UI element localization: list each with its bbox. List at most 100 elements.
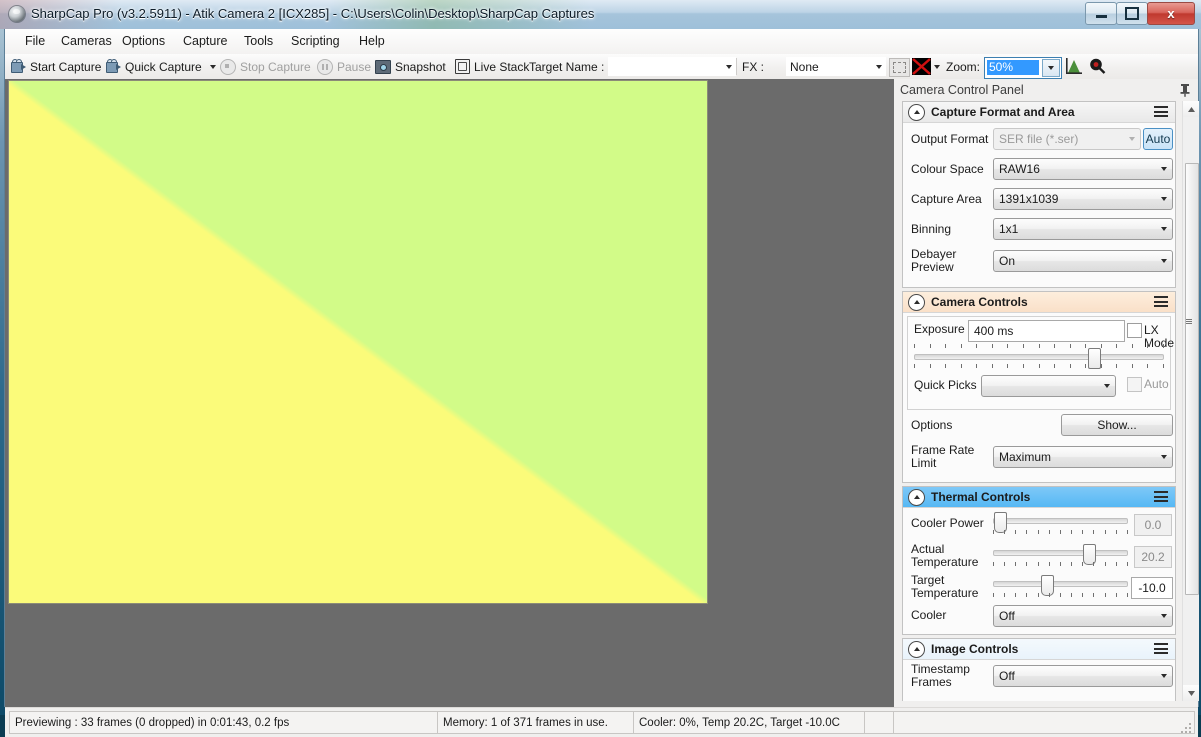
menu-item-tools[interactable]: Tools bbox=[236, 33, 281, 50]
pause-icon bbox=[317, 58, 333, 75]
output-format-combo[interactable]: SER file (*.ser) bbox=[993, 128, 1141, 150]
menu-item-help[interactable]: Help bbox=[351, 33, 393, 50]
menu-item-options[interactable]: Options bbox=[114, 33, 173, 50]
slider-ticks bbox=[993, 562, 1128, 566]
camera-control-panel: Camera Control Panel Capture Format and … bbox=[894, 79, 1199, 707]
snapshot-button[interactable]: Snapshot bbox=[375, 54, 446, 79]
group-header-camera-controls[interactable]: Camera Controls bbox=[903, 292, 1175, 313]
timestamp-frames-combo[interactable]: Off bbox=[993, 665, 1173, 687]
collapse-chevron-icon[interactable] bbox=[908, 640, 925, 658]
slider-ticks bbox=[993, 530, 1128, 534]
chevron-down-icon[interactable] bbox=[721, 58, 736, 75]
stop-capture-button[interactable]: Stop Capture bbox=[220, 54, 311, 79]
quick-capture-dropdown[interactable] bbox=[210, 54, 216, 79]
title-bar[interactable]: SharpCap Pro (v3.2.5911) - Atik Camera 2… bbox=[0, 0, 1201, 29]
timestamp-frames-row: Timestamp Frames Off bbox=[903, 663, 1175, 691]
menu-item-file[interactable]: File bbox=[17, 33, 53, 50]
preview-area[interactable] bbox=[5, 79, 894, 707]
snapshot-camera-icon bbox=[375, 59, 391, 74]
quick-capture-button[interactable]: Quick Capture bbox=[106, 54, 202, 79]
actual-temperature-slider[interactable] bbox=[993, 544, 1128, 568]
live-stack-button[interactable]: Live Stack bbox=[455, 54, 529, 79]
group-menu-icon[interactable] bbox=[1154, 296, 1168, 307]
chevron-down-icon bbox=[1098, 384, 1115, 388]
zoom-tool-button[interactable] bbox=[1089, 58, 1106, 74]
panel-title: Camera Control Panel bbox=[900, 83, 1024, 97]
app-icon[interactable] bbox=[9, 6, 25, 22]
show-options-button[interactable]: Show... bbox=[1061, 414, 1173, 436]
maximize-icon bbox=[1117, 3, 1147, 24]
colour-space-label: Colour Space bbox=[911, 161, 984, 176]
cooler-power-slider[interactable] bbox=[993, 512, 1128, 536]
resize-grip-icon[interactable] bbox=[1181, 721, 1193, 733]
collapse-chevron-icon[interactable] bbox=[908, 103, 925, 121]
actual-temperature-value[interactable]: 20.2 bbox=[1134, 546, 1172, 568]
camera-image-frame[interactable] bbox=[8, 80, 708, 604]
cooler-power-value[interactable]: 0.0 bbox=[1134, 514, 1172, 536]
chevron-down-icon bbox=[1155, 227, 1172, 231]
colour-space-combo[interactable]: RAW16 bbox=[993, 158, 1173, 180]
start-capture-button[interactable]: Start Capture bbox=[11, 54, 101, 79]
live-stack-label: Live Stack bbox=[474, 59, 530, 74]
binning-combo[interactable]: 1x1 bbox=[993, 218, 1173, 240]
histogram-button[interactable] bbox=[1065, 58, 1083, 74]
target-temperature-slider[interactable] bbox=[993, 575, 1128, 599]
zoom-combo[interactable]: 50% bbox=[984, 57, 1062, 79]
lx-mode-checkbox[interactable] bbox=[1127, 323, 1142, 338]
panel-scrollbar[interactable] bbox=[1182, 101, 1199, 701]
target-temperature-input[interactable]: -10.0 bbox=[1131, 577, 1173, 599]
video-camera-icon bbox=[11, 59, 26, 73]
slider-track bbox=[993, 518, 1128, 524]
menu-item-cameras[interactable]: Cameras bbox=[53, 33, 120, 50]
fx-label: FX : bbox=[742, 59, 765, 74]
crop-selection-button[interactable] bbox=[889, 58, 910, 77]
group-menu-icon[interactable] bbox=[1154, 106, 1168, 117]
target-temperature-row: Target Temperature -10.0 bbox=[903, 573, 1175, 603]
scrollbar-thumb[interactable] bbox=[1185, 163, 1199, 595]
zoom-value[interactable]: 50% bbox=[987, 60, 1039, 75]
pin-icon[interactable] bbox=[1179, 83, 1191, 97]
frame-rate-limit-combo[interactable]: Maximum bbox=[993, 446, 1173, 468]
close-button[interactable]: x bbox=[1147, 2, 1195, 25]
chevron-down-icon bbox=[1155, 167, 1172, 171]
frame-rate-limit-label: Frame Rate Limit bbox=[911, 443, 975, 470]
close-icon: x bbox=[1167, 6, 1175, 21]
quick-picks-combo[interactable] bbox=[981, 375, 1116, 397]
reticule-button[interactable] bbox=[912, 58, 931, 75]
auto-exposure-label: Auto bbox=[1144, 377, 1169, 391]
group-menu-icon[interactable] bbox=[1154, 491, 1168, 502]
menu-item-scripting[interactable]: Scripting bbox=[283, 33, 348, 50]
magnifier-icon bbox=[1090, 58, 1106, 74]
reticule-dropdown[interactable] bbox=[934, 54, 940, 79]
collapse-chevron-icon[interactable] bbox=[908, 488, 925, 506]
scroll-down-icon[interactable] bbox=[1183, 685, 1199, 701]
capture-area-combo[interactable]: 1391x1039 bbox=[993, 188, 1173, 210]
group-header-thermal-controls[interactable]: Thermal Controls bbox=[903, 487, 1175, 508]
target-name-input[interactable] bbox=[608, 57, 736, 76]
group-menu-icon[interactable] bbox=[1154, 643, 1168, 654]
maximize-button[interactable] bbox=[1116, 2, 1148, 25]
fx-combo[interactable]: None bbox=[786, 57, 886, 76]
group-header-capture-format[interactable]: Capture Format and Area bbox=[903, 102, 1175, 123]
auto-exposure-checkbox[interactable] bbox=[1127, 377, 1142, 392]
menu-bar: File Cameras Options Capture Tools Scrip… bbox=[5, 29, 1198, 54]
minimize-button[interactable] bbox=[1085, 2, 1117, 25]
chevron-down-icon[interactable] bbox=[1042, 59, 1060, 77]
exposure-input[interactable]: 400 ms bbox=[968, 320, 1125, 342]
collapse-chevron-icon[interactable] bbox=[908, 293, 925, 311]
menu-item-capture[interactable]: Capture bbox=[175, 33, 235, 50]
group-header-image-controls[interactable]: Image Controls bbox=[903, 639, 1175, 660]
crop-icon bbox=[893, 62, 906, 73]
slider-track bbox=[914, 354, 1164, 360]
target-name-label: Target Name : bbox=[529, 59, 605, 74]
debayer-preview-combo[interactable]: On bbox=[993, 250, 1173, 272]
pause-button[interactable]: Pause bbox=[317, 54, 371, 79]
exposure-slider[interactable] bbox=[914, 344, 1164, 369]
frame-rate-limit-value: Maximum bbox=[999, 450, 1052, 464]
reticule-icon bbox=[912, 58, 931, 75]
status-bar: Previewing : 33 frames (0 dropped) in 0:… bbox=[5, 707, 1198, 737]
cooler-combo[interactable]: Off bbox=[993, 605, 1173, 627]
auto-format-button[interactable]: Auto bbox=[1143, 128, 1173, 150]
scroll-up-icon[interactable] bbox=[1183, 101, 1199, 117]
chevron-down-icon[interactable] bbox=[871, 58, 886, 75]
